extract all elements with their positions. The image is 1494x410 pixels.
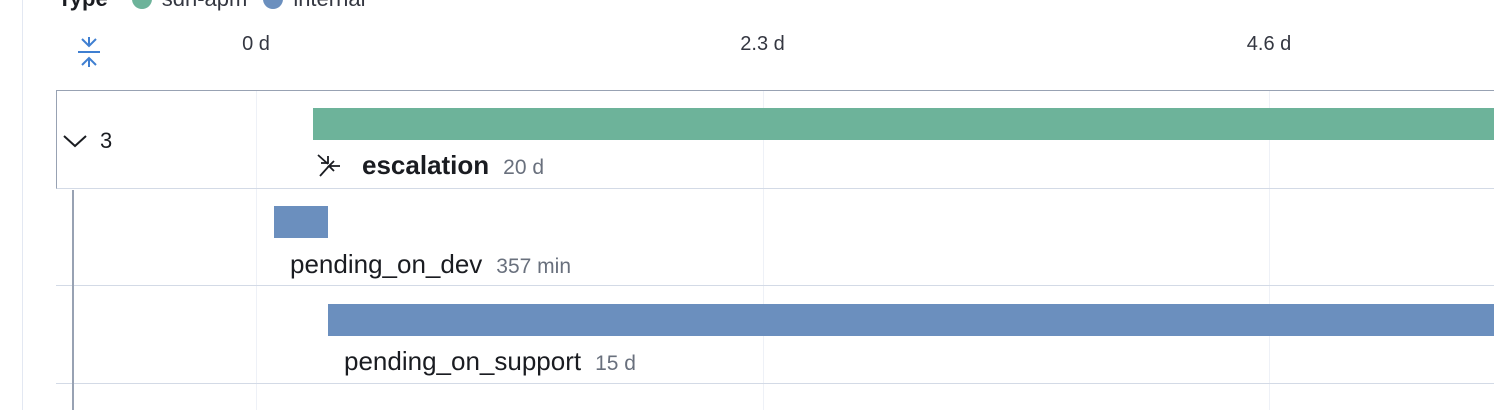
span-name: escalation	[362, 150, 490, 180]
axis-tick-label: 2.3 d	[740, 33, 785, 55]
collapse-all-button[interactable]	[72, 34, 106, 70]
type-legend: Type sdh-apm internal	[58, 0, 371, 14]
chevron-down-icon	[63, 135, 87, 148]
group-toggle-button[interactable]: 3	[62, 128, 112, 154]
legend-item-internal: internal	[263, 0, 365, 12]
legend-item-sdh-apm: sdh-apm	[131, 0, 248, 12]
span-bar-pending-on-dev[interactable]	[273, 206, 329, 238]
axis-tick-label: 4.6 d	[1246, 33, 1292, 55]
legend-dot	[263, 0, 284, 9]
tree-connector-line	[72, 190, 74, 410]
span-bar-pending-on-support[interactable]	[327, 304, 1494, 336]
child-count: 3	[100, 128, 113, 153]
span-label-pending-on-support[interactable]: pending_on_support 15 d	[344, 346, 636, 377]
span-label-pending-on-dev[interactable]: pending_on_dev 357 min	[290, 249, 571, 280]
span-duration: 20 d	[503, 156, 545, 179]
span-bar-escalation[interactable]	[313, 108, 1494, 140]
axis-tick-label: 0 d	[242, 33, 270, 55]
incoming-arrows-icon	[317, 154, 340, 177]
collapse-all-icon	[78, 37, 100, 67]
span-name: pending_on_support	[344, 346, 582, 376]
span-name: pending_on_dev	[290, 249, 483, 279]
span-duration: 357 min	[496, 255, 572, 278]
span-row-pending-on-dev[interactable]	[56, 189, 1494, 286]
panel-left-border	[22, 0, 23, 410]
legend-title: Type	[58, 0, 108, 12]
span-label-escalation[interactable]: escalation 20 d	[362, 150, 544, 181]
span-duration: 15 d	[595, 352, 636, 375]
legend-dot	[131, 0, 152, 9]
legend-label: sdh-apm	[162, 0, 248, 12]
legend-label: internal	[293, 0, 365, 12]
